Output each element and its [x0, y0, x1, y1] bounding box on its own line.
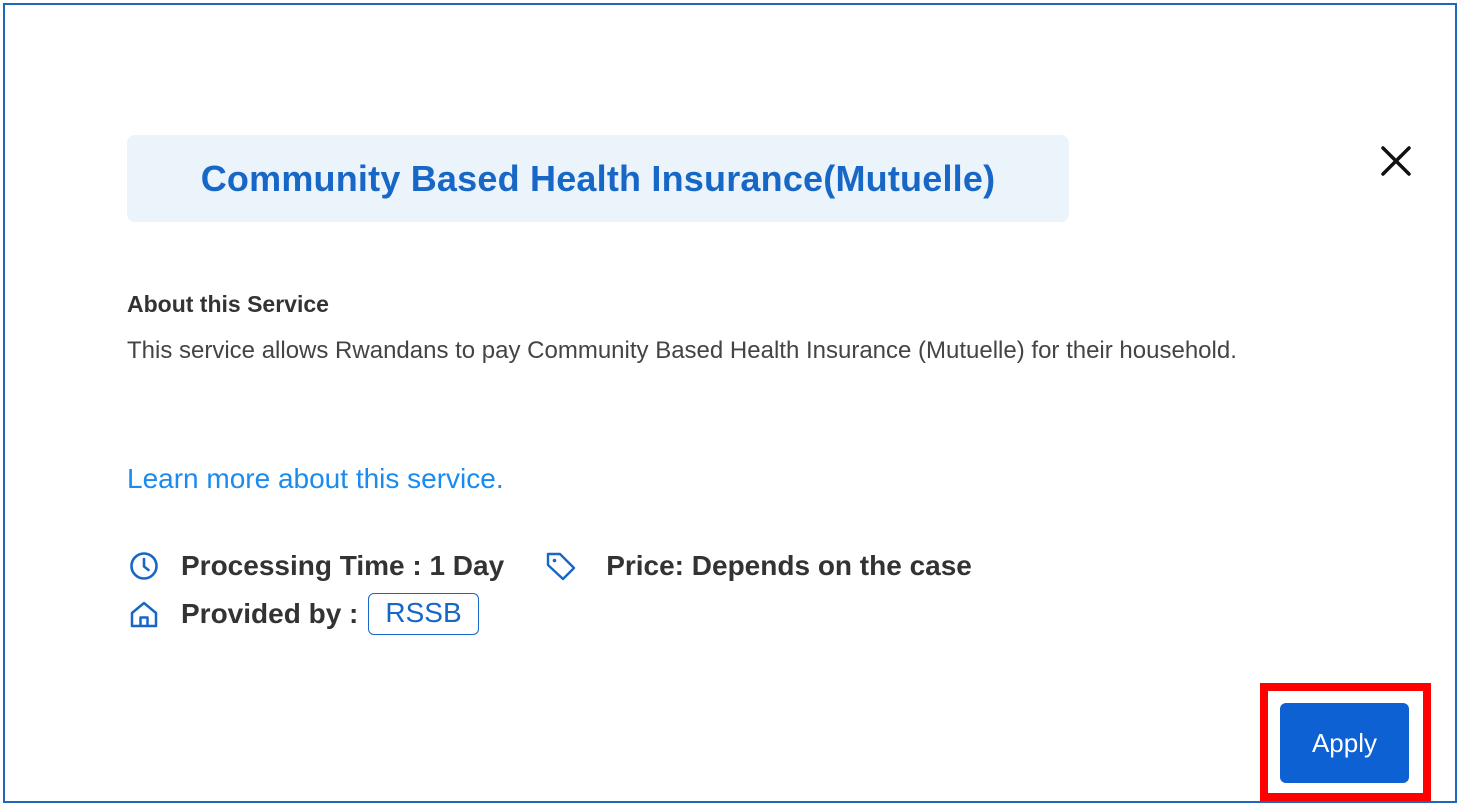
close-icon[interactable] — [1378, 143, 1414, 179]
clock-icon — [127, 549, 161, 583]
close-button[interactable] — [1378, 143, 1414, 179]
title-banner: Community Based Health Insurance(Mutuell… — [127, 135, 1069, 222]
meta-row-time-price: Processing Time : 1 Day Price: Depends o… — [127, 545, 972, 587]
processing-time: Processing Time : 1 Day — [181, 550, 505, 581]
price: Price: Depends on the case — [606, 550, 972, 581]
home-icon — [127, 597, 161, 631]
apply-button[interactable]: Apply — [1280, 703, 1409, 783]
service-dialog: Community Based Health Insurance(Mutuell… — [3, 3, 1457, 803]
provider-badge[interactable]: RSSB — [368, 593, 479, 635]
provided-by-label: Provided by : — [181, 598, 359, 629]
about-description: This service allows Rwandans to pay Comm… — [127, 337, 1237, 364]
dialog-title: Community Based Health Insurance(Mutuell… — [200, 157, 996, 199]
tag-icon — [544, 549, 578, 583]
meta-row-provider: Provided by : RSSB — [127, 593, 479, 635]
about-heading: About this Service — [127, 291, 329, 317]
learn-more-link[interactable]: Learn more about this service. — [127, 463, 504, 495]
